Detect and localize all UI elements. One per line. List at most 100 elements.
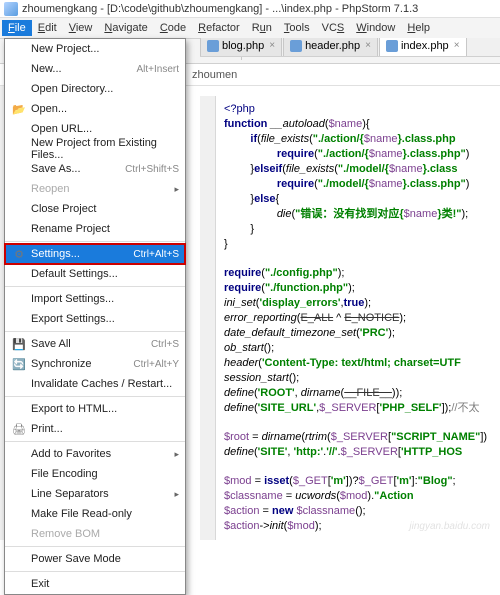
blank-icon — [11, 267, 27, 281]
blank-icon — [11, 142, 27, 156]
menu-item-label: New... — [31, 63, 136, 75]
blank-icon — [11, 122, 27, 136]
menu-item[interactable]: New Project... — [5, 39, 185, 59]
menu-item[interactable]: Add to Favorites▸ — [5, 444, 185, 464]
close-icon[interactable]: × — [365, 40, 371, 51]
tab-index[interactable]: index.php× — [379, 38, 467, 56]
blank-icon — [11, 292, 27, 306]
blank-icon — [11, 62, 27, 76]
blank-icon — [11, 552, 27, 566]
menu-item-label: Line Separators — [31, 488, 171, 500]
menu-item-label: Settings... — [31, 248, 133, 260]
menubar[interactable]: File Edit View Navigate Code Refactor Ru… — [0, 18, 500, 38]
menu-item[interactable]: 🖨Print... — [5, 419, 185, 439]
menu-item[interactable]: Power Save Mode — [5, 549, 185, 569]
blank-icon — [11, 222, 27, 236]
menu-item-label: Remove BOM — [31, 528, 179, 540]
save-icon: 💾 — [11, 337, 27, 351]
blank-icon — [11, 82, 27, 96]
menu-item-label: Power Save Mode — [31, 553, 179, 565]
menu-item[interactable]: Invalidate Caches / Restart... — [5, 374, 185, 394]
menu-item[interactable]: Export Settings... — [5, 309, 185, 329]
blank-icon — [11, 202, 27, 216]
menu-item-label: Export to HTML... — [31, 403, 179, 415]
php-icon — [290, 40, 302, 52]
menu-item-label: Open URL... — [31, 123, 179, 135]
menu-item[interactable]: 📂Open... — [5, 99, 185, 119]
menu-item[interactable]: Line Separators▸ — [5, 484, 185, 504]
menu-item-label: Open... — [31, 103, 179, 115]
titlebar: zhoumengkang - [D:\code\github\zhoumengk… — [0, 0, 500, 18]
shortcut: Ctrl+Alt+Y — [133, 359, 179, 370]
blank-icon — [11, 487, 27, 501]
blank-icon — [11, 402, 27, 416]
menu-item-label: Invalidate Caches / Restart... — [31, 378, 179, 390]
menu-item[interactable]: Close Project — [5, 199, 185, 219]
blank-icon — [11, 42, 27, 56]
window-title: zhoumengkang - [D:\code\github\zhoumengk… — [22, 3, 418, 15]
menu-item[interactable]: New Project from Existing Files... — [5, 139, 185, 159]
menu-item[interactable]: 💾Save AllCtrl+S — [5, 334, 185, 354]
blank-icon — [11, 182, 27, 196]
menu-item[interactable]: Import Settings... — [5, 289, 185, 309]
menu-item-label: New Project... — [31, 43, 179, 55]
shortcut: Alt+Insert — [136, 64, 179, 75]
menu-tools[interactable]: Tools — [278, 20, 316, 36]
code-editor[interactable]: <?php function __autoload($name){ if(fil… — [216, 96, 500, 540]
blank-icon — [11, 527, 27, 541]
menu-item-label: Make File Read-only — [31, 508, 179, 520]
file-menu-dropdown[interactable]: New Project... New...Alt+Insert Open Direc… — [4, 38, 186, 595]
submenu-arrow-icon: ▸ — [174, 449, 179, 460]
menu-edit[interactable]: Edit — [32, 20, 63, 36]
menu-item[interactable]: 🔄SynchronizeCtrl+Alt+Y — [5, 354, 185, 374]
sync-icon: 🔄 — [11, 357, 27, 371]
blank-icon — [11, 577, 27, 591]
blank-icon — [11, 377, 27, 391]
submenu-arrow-icon: ▸ — [174, 184, 179, 195]
editor-tabs: blog.php× header.php× index.php× — [200, 38, 500, 57]
menu-item[interactable]: Open URL... — [5, 119, 185, 139]
submenu-arrow-icon: ▸ — [174, 489, 179, 500]
menu-window[interactable]: Window — [350, 20, 401, 36]
menu-item[interactable]: ⚙ Settings...Ctrl+Alt+S — [5, 244, 185, 264]
shortcut: Ctrl+Alt+S — [133, 249, 179, 260]
menu-item[interactable]: Export to HTML... — [5, 399, 185, 419]
menu-item[interactable]: Open Directory... — [5, 79, 185, 99]
menu-run[interactable]: Run — [246, 20, 278, 36]
menu-navigate[interactable]: Navigate — [98, 20, 153, 36]
menu-item-label: New Project from Existing Files... — [31, 137, 179, 161]
blank-icon — [11, 507, 27, 521]
menu-item[interactable]: Make File Read-only — [5, 504, 185, 524]
gutter[interactable] — [200, 96, 216, 540]
php-icon — [207, 40, 219, 52]
menu-file[interactable]: File — [2, 20, 32, 36]
tab-header[interactable]: header.php× — [283, 38, 378, 56]
menu-item[interactable]: Exit — [5, 574, 185, 594]
menu-item[interactable]: New...Alt+Insert — [5, 59, 185, 79]
tab-blog[interactable]: blog.php× — [200, 38, 282, 56]
menu-item-label: Open Directory... — [31, 83, 179, 95]
gear-icon: ⚙ — [11, 247, 27, 261]
editor-area: blog.php× header.php× index.php× <?php f… — [200, 86, 500, 540]
menu-item-label: Save All — [31, 338, 151, 350]
menu-vcs[interactable]: VCS — [316, 20, 351, 36]
menu-item[interactable]: Save As...Ctrl+Shift+S — [5, 159, 185, 179]
menu-item-label: Add to Favorites — [31, 448, 171, 460]
menu-view[interactable]: View — [63, 20, 99, 36]
menu-item-label: Default Settings... — [31, 268, 179, 280]
menu-item-label: Print... — [31, 423, 179, 435]
menu-item[interactable]: Default Settings... — [5, 264, 185, 284]
blank-icon — [11, 162, 27, 176]
menu-item[interactable]: File Encoding — [5, 464, 185, 484]
close-icon[interactable]: × — [269, 40, 275, 51]
blank-icon — [11, 467, 27, 481]
close-icon[interactable]: × — [454, 40, 460, 51]
menu-item[interactable]: Rename Project — [5, 219, 185, 239]
menu-refactor[interactable]: Refactor — [192, 20, 246, 36]
app-icon — [4, 2, 18, 16]
menu-help[interactable]: Help — [401, 20, 436, 36]
menu-item-label: Reopen — [31, 183, 171, 195]
menu-item-label: Close Project — [31, 203, 179, 215]
menu-item-label: Exit — [31, 578, 179, 590]
menu-code[interactable]: Code — [154, 20, 192, 36]
